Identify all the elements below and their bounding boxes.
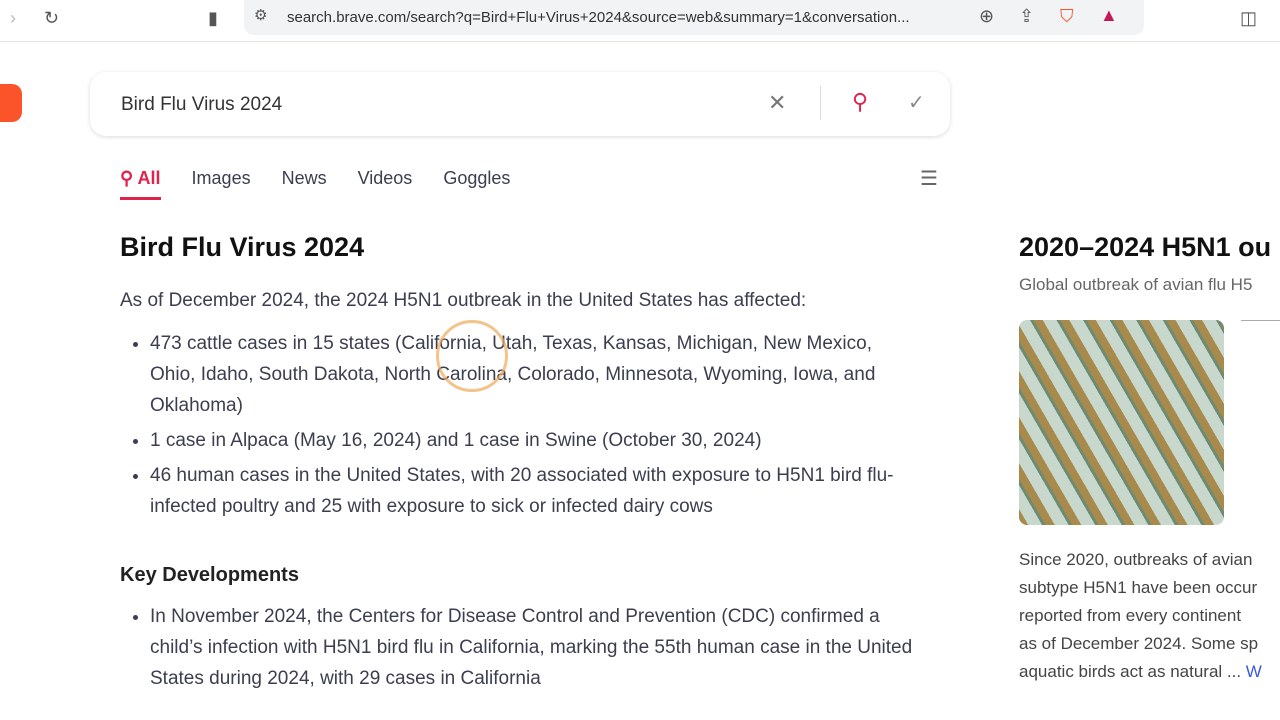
- share-icon[interactable]: ⇪: [1019, 6, 1034, 27]
- cursor-highlight: [436, 320, 508, 392]
- desc-line: as of December 2024. Some sp: [1019, 634, 1259, 653]
- diagram-image[interactable]: [1241, 320, 1280, 525]
- list-item: 1 case in Alpaca (May 16, 2024) and 1 ca…: [150, 425, 920, 456]
- zoom-icon[interactable]: ⊕: [979, 6, 994, 27]
- tab-videos[interactable]: Videos: [358, 168, 413, 200]
- bookmark-icon[interactable]: ▮: [208, 8, 218, 29]
- list-item: 46 human cases in the United States, wit…: [150, 460, 920, 522]
- forward-icon[interactable]: ›: [10, 8, 16, 29]
- section-heading: Key Developments: [120, 564, 299, 586]
- site-settings-icon[interactable]: ⚙: [254, 6, 267, 24]
- search-input[interactable]: Bird Flu Virus 2024: [121, 94, 282, 116]
- search-icon[interactable]: ⚲: [852, 89, 868, 115]
- brave-shields-icon[interactable]: ⛉: [1060, 6, 1074, 27]
- brave-rewards-icon[interactable]: ▲: [1100, 5, 1118, 26]
- tab-goggles[interactable]: Goggles: [443, 168, 510, 200]
- answer-summary: Bird Flu Virus 2024 As of December 2024,…: [120, 232, 920, 698]
- sidebar-icon[interactable]: ◫: [1240, 8, 1257, 29]
- desc-line: subtype H5N1 have been occur: [1019, 578, 1258, 597]
- search-tabs: ⚲ All Images News Videos Goggles: [120, 168, 510, 200]
- divider: [820, 86, 821, 120]
- reload-icon[interactable]: ↻: [44, 8, 59, 29]
- url-text[interactable]: search.brave.com/search?q=Bird+Flu+Virus…: [287, 9, 910, 26]
- desc-line: Since 2020, outbreaks of avian: [1019, 550, 1253, 569]
- filters-icon[interactable]: ☰: [920, 166, 938, 191]
- panel-subtitle: Global outbreak of avian flu H5: [1019, 275, 1253, 294]
- tab-images[interactable]: Images: [192, 168, 251, 200]
- list-item: 473 cattle cases in 15 states (Californi…: [150, 328, 920, 421]
- panel-title[interactable]: 2020–2024 H5N1 ou: [1019, 232, 1280, 263]
- intro-text: As of December 2024, the 2024 H5N1 outbr…: [120, 290, 807, 311]
- answer-title: Bird Flu Virus 2024: [120, 232, 365, 262]
- search-box[interactable]: Bird Flu Virus 2024 ✕ ⚲ ✓: [90, 72, 950, 136]
- tab-news[interactable]: News: [282, 168, 327, 200]
- desc-line: aquatic birds act as natural ...: [1019, 662, 1242, 681]
- browser-toolbar: › ↻ ▮ ⚙ search.brave.com/search?q=Bird+F…: [0, 0, 1280, 42]
- panel-description: Since 2020, outbreaks of avian subtype H…: [1019, 546, 1280, 686]
- address-bar[interactable]: ⚙ search.brave.com/search?q=Bird+Flu+Vir…: [244, 0, 1144, 35]
- check-icon[interactable]: ✓: [908, 90, 925, 115]
- virus-micrograph-image[interactable]: [1019, 320, 1224, 525]
- wikipedia-link[interactable]: W: [1246, 662, 1262, 681]
- tab-all[interactable]: ⚲ All: [120, 168, 161, 200]
- knowledge-panel: 2020–2024 H5N1 ou Global outbreak of avi…: [1019, 232, 1280, 681]
- search-icon: ⚲: [120, 168, 138, 188]
- clear-icon[interactable]: ✕: [768, 90, 786, 116]
- brave-logo[interactable]: [0, 84, 22, 122]
- desc-line: reported from every continent: [1019, 606, 1242, 625]
- list-item: In November 2024, the Centers for Diseas…: [150, 601, 920, 694]
